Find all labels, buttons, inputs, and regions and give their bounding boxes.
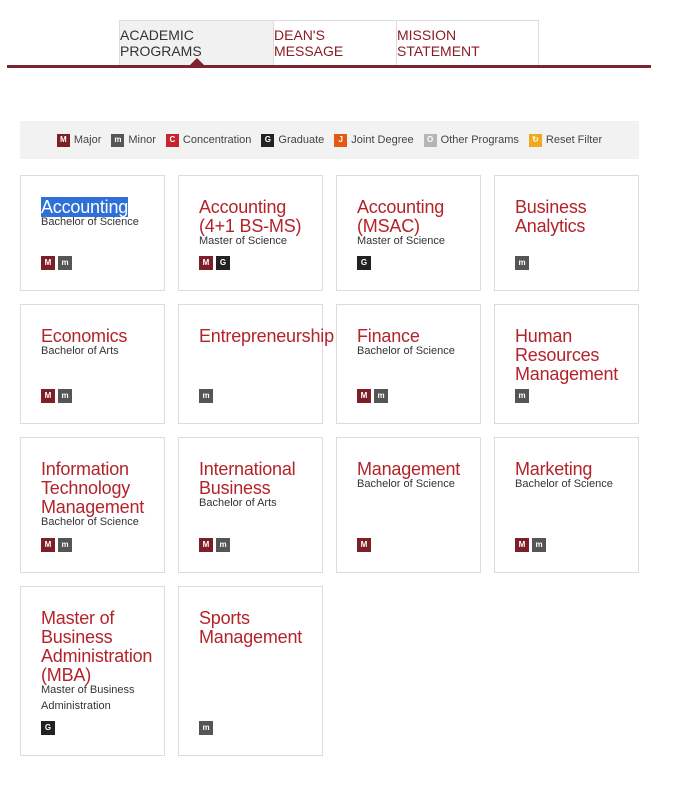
- program-type-badges: G: [41, 721, 55, 735]
- program-title[interactable]: International Business: [199, 460, 319, 498]
- program-degree: Bachelor of Science: [41, 216, 139, 228]
- program-type-badges: m: [515, 389, 529, 403]
- program-title[interactable]: Human Resources Management: [515, 327, 635, 384]
- program-degree: Bachelor of Arts: [199, 497, 277, 509]
- program-type-badges: Mm: [357, 389, 388, 403]
- program-type-badges: Mm: [41, 538, 72, 552]
- program-type-badges: Mm: [515, 538, 546, 552]
- tab-deans-message[interactable]: DEAN'S MESSAGE: [273, 20, 397, 65]
- legend-filter-joint-degree[interactable]: J Joint Degree: [334, 133, 414, 147]
- badge-minor-icon: m: [216, 538, 230, 552]
- legend-label: Concentration: [182, 134, 252, 146]
- program-card[interactable]: Human Resources Management m: [494, 304, 639, 424]
- legend-filter-graduate[interactable]: G Graduate: [261, 133, 325, 147]
- legend-filter-reset-filter[interactable]: ↻ Reset Filter: [528, 133, 603, 147]
- badge-major-icon: M: [199, 256, 213, 270]
- badge-minor-icon: m: [58, 538, 72, 552]
- badge-major-icon: M: [357, 389, 371, 403]
- program-card[interactable]: Economics Bachelor of Arts Mm: [20, 304, 165, 424]
- program-degree: Bachelor of Science: [515, 478, 613, 490]
- badge-minor-icon: m: [58, 256, 72, 270]
- badge-graduate-icon: G: [216, 256, 230, 270]
- program-title[interactable]: Business Analytics: [515, 198, 635, 236]
- program-degree: Master of Business Administration: [41, 684, 135, 712]
- badge-minor-icon: m: [374, 389, 388, 403]
- legend-filter-minor[interactable]: m Minor: [111, 133, 156, 147]
- program-degree: Bachelor of Science: [357, 345, 455, 357]
- program-title[interactable]: Entrepreneurship: [199, 327, 334, 346]
- program-title[interactable]: Accounting (4+1 BS-MS): [199, 198, 319, 236]
- badge-major-icon: M: [41, 538, 55, 552]
- legend-label: Minor: [128, 134, 156, 146]
- program-degree: Master of Science: [199, 235, 288, 247]
- badge-graduate-icon: G: [41, 721, 55, 735]
- joint-degree-swatch-icon: J: [334, 133, 348, 147]
- program-degree: Bachelor of Science: [41, 516, 139, 528]
- badge-minor-icon: m: [515, 256, 529, 270]
- badge-minor-icon: m: [58, 389, 72, 403]
- program-degree: Bachelor of Arts: [41, 345, 119, 357]
- badge-minor-icon: m: [199, 721, 213, 735]
- tab-academic-programs[interactable]: ACADEMIC PROGRAMS: [119, 20, 274, 65]
- program-card[interactable]: Accounting (MSAC) Master of Science G: [336, 175, 481, 291]
- legend-label: Other Programs: [440, 134, 519, 146]
- badge-minor-icon: m: [515, 389, 529, 403]
- program-title[interactable]: Information Technology Management: [41, 460, 161, 517]
- program-tabs: ACADEMIC PROGRAMS DEAN'S MESSAGE MISSION…: [119, 20, 539, 65]
- program-card[interactable]: Business Analytics m: [494, 175, 639, 291]
- program-type-badges: MG: [199, 256, 230, 270]
- legend-label: Graduate: [278, 134, 325, 146]
- badge-minor-icon: m: [532, 538, 546, 552]
- program-title[interactable]: Master of Business Administration (MBA): [41, 609, 161, 685]
- minor-swatch-icon: m: [111, 133, 125, 147]
- badge-major-icon: M: [515, 538, 529, 552]
- legend-label: Joint Degree: [351, 134, 414, 146]
- badge-graduate-icon: G: [357, 256, 371, 270]
- program-type-badges: m: [199, 389, 213, 403]
- tab-underline-rule: [7, 65, 651, 68]
- program-card[interactable]: Information Technology Management Bachelo…: [20, 437, 165, 573]
- program-card[interactable]: Marketing Bachelor of Science Mm: [494, 437, 639, 573]
- reset-filter-swatch-icon: ↻: [528, 133, 542, 147]
- program-card[interactable]: Finance Bachelor of Science Mm: [336, 304, 481, 424]
- program-card[interactable]: Master of Business Administration (MBA) M…: [20, 586, 165, 756]
- program-type-legend: M Major m Minor C Concentration G Graduate J Join…: [20, 121, 639, 159]
- program-type-badges: m: [515, 256, 529, 270]
- program-degree: Bachelor of Science: [357, 478, 455, 490]
- program-card[interactable]: Sports Management m: [178, 586, 323, 756]
- badge-minor-icon: m: [199, 389, 213, 403]
- badge-major-icon: M: [357, 538, 371, 552]
- program-type-badges: m: [199, 721, 213, 735]
- program-card[interactable]: International Business Bachelor of Arts Mm: [178, 437, 323, 573]
- program-card[interactable]: Accounting Bachelor of Science Mm: [20, 175, 165, 291]
- badge-major-icon: M: [199, 538, 213, 552]
- legend-label: Major: [73, 134, 102, 146]
- program-type-badges: M: [357, 538, 371, 552]
- legend-filter-major[interactable]: M Major: [56, 133, 102, 147]
- program-degree: Master of Science: [357, 235, 446, 247]
- concentration-swatch-icon: C: [165, 133, 179, 147]
- tab-mission-statement[interactable]: MISSION STATEMENT: [396, 20, 539, 65]
- graduate-swatch-icon: G: [261, 133, 275, 147]
- program-type-badges: Mm: [41, 256, 72, 270]
- program-card[interactable]: Management Bachelor of Science M: [336, 437, 481, 573]
- program-card[interactable]: Entrepreneurship m: [178, 304, 334, 424]
- badge-major-icon: M: [41, 256, 55, 270]
- program-type-badges: Mm: [199, 538, 230, 552]
- major-swatch-icon: M: [56, 133, 70, 147]
- legend-filter-other-programs[interactable]: O Other Programs: [423, 133, 519, 147]
- program-title[interactable]: Accounting (MSAC): [357, 198, 477, 236]
- program-card[interactable]: Accounting (4+1 BS-MS) Master of Science M…: [178, 175, 323, 291]
- program-title[interactable]: Sports Management: [199, 609, 319, 647]
- program-type-badges: Mm: [41, 389, 72, 403]
- legend-filter-concentration[interactable]: C Concentration: [165, 133, 252, 147]
- other-programs-swatch-icon: O: [423, 133, 437, 147]
- legend-label: Reset Filter: [545, 134, 603, 146]
- badge-major-icon: M: [41, 389, 55, 403]
- program-type-badges: G: [357, 256, 371, 270]
